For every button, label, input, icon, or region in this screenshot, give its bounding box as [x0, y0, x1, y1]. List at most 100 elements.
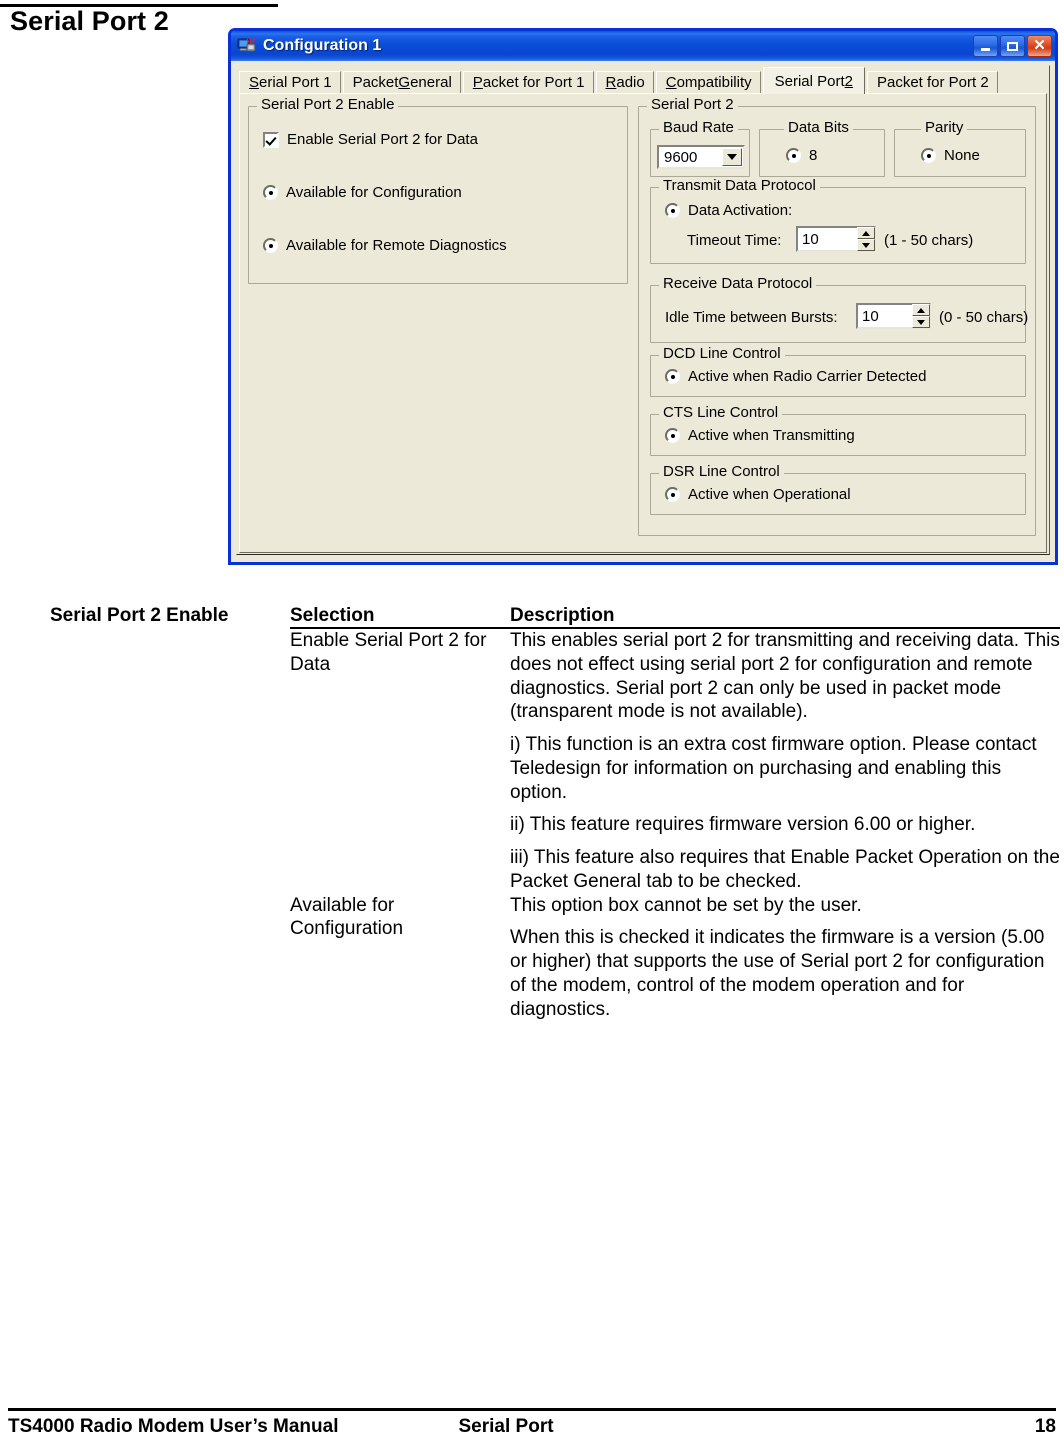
group-baud-rate-label: Baud Rate — [659, 120, 738, 135]
row-description-paragraph: iii) This feature also requires that Ena… — [510, 847, 1060, 892]
row-spacer — [50, 628, 290, 894]
dialog-title: Configuration 1 — [263, 37, 382, 54]
group-data-bits: Data Bits 8 — [759, 120, 885, 177]
group-cts-line-control: CTS Line Control Active when Transmittin… — [650, 405, 1026, 456]
table-header-row: Serial Port 2 Enable Selection Descripti… — [50, 605, 1060, 629]
group-baud-rate: Baud Rate 9600 — [650, 120, 750, 177]
group-serial-port-2-enable: Serial Port 2 Enable Enable Serial Port … — [248, 97, 628, 284]
checkbox-enable-serial-port-2-for-data[interactable]: Enable Serial Port 2 for Data — [263, 131, 478, 148]
tab-serial-port-1[interactable]: Serial Port 1 — [239, 71, 341, 94]
timeout-time-label: Timeout Time: — [687, 232, 782, 249]
row-description-paragraph: This enables serial port 2 for transmitt… — [510, 630, 1060, 723]
settings-description-table: Serial Port 2 Enable Selection Descripti… — [0, 605, 1064, 1021]
close-button[interactable]: ✕ — [1027, 35, 1052, 57]
table-row: Available for Configuration This option … — [50, 894, 1060, 1022]
row-spacer — [50, 894, 290, 1022]
radio-available-for-remote-diagnostics-label: Available for Remote Diagnostics — [286, 237, 507, 254]
timeout-time-stepper[interactable] — [857, 227, 875, 251]
radio-available-for-configuration-label: Available for Configuration — [286, 184, 462, 201]
radio-dcd-label: Active when Radio Carrier Detected — [688, 368, 927, 385]
tab-compatibility[interactable]: Compatibility — [655, 71, 761, 94]
maximize-button[interactable] — [1000, 35, 1025, 57]
row-description-paragraph: i) This function is an extra cost firmwa… — [510, 734, 1037, 803]
row-selection: Available for Configuration — [290, 894, 404, 940]
tab-packet-for-port-2[interactable]: Packet for Port 2 — [866, 71, 998, 94]
row-selection: Enable Serial Port 2 for Data — [290, 630, 487, 675]
radio-parity-none[interactable]: None — [921, 147, 980, 164]
row-description: This enables serial port 2 for transmitt… — [510, 628, 1060, 894]
radio-data-activation[interactable]: Data Activation: — [665, 202, 792, 219]
window-buttons: ✕ — [973, 35, 1052, 57]
group-transmit-data-protocol-label: Transmit Data Protocol — [659, 178, 820, 193]
chevron-down-icon[interactable] — [722, 148, 742, 166]
stepper-down-icon[interactable] — [857, 239, 875, 251]
footer-manual-title: TS4000 Radio Modem User’s Manual — [8, 1416, 339, 1437]
group-cts-line-control-label: CTS Line Control — [659, 405, 783, 420]
column-header-description: Description — [510, 605, 1060, 629]
stepper-down-icon[interactable] — [912, 316, 930, 328]
footer-rule — [8, 1408, 1056, 1411]
maximize-icon — [1007, 41, 1018, 51]
checkbox-enable-serial-port-2-for-data-label: Enable Serial Port 2 for Data — [287, 131, 478, 148]
group-receive-data-protocol-label: Receive Data Protocol — [659, 276, 817, 291]
group-serial-port-2-label: Serial Port 2 — [647, 97, 738, 112]
radio-selected-icon — [263, 185, 278, 200]
radio-data-activation-label: Data Activation: — [688, 202, 793, 219]
page-title: Serial Port 2 — [10, 6, 169, 36]
table-row: Enable Serial Port 2 for Data This enabl… — [50, 628, 1060, 894]
tab-strip: Serial Port 1 Packet General Packet for … — [239, 67, 1047, 94]
checkbox-checked-icon — [263, 131, 279, 148]
idle-time-range: (0 - 50 chars) — [939, 309, 1029, 326]
minimize-icon — [981, 48, 990, 51]
radio-data-bits-8[interactable]: 8 — [786, 147, 817, 164]
dialog-body: Serial Port 1 Packet General Packet for … — [231, 61, 1055, 562]
tab-packet-general[interactable]: Packet General — [342, 71, 461, 94]
timeout-time-range: (1 - 50 chars) — [884, 232, 974, 249]
radio-cts-label: Active when Transmitting — [688, 427, 855, 444]
page-footer: TS4000 Radio Modem User’s Manual Serial … — [8, 1416, 1056, 1438]
group-dsr-line-control: DSR Line Control Active when Operational — [650, 464, 1026, 515]
group-dsr-line-control-label: DSR Line Control — [659, 464, 784, 479]
footer-page-number: 18 — [1034, 1416, 1056, 1437]
radio-selected-icon — [665, 428, 680, 443]
row-group-label: Serial Port 2 Enable — [50, 605, 229, 626]
baud-rate-select[interactable]: 9600 — [657, 145, 745, 169]
radio-cts-active-when-transmitting[interactable]: Active when Transmitting — [665, 427, 855, 444]
row-description-paragraph: ii) This feature requires firmware versi… — [510, 814, 976, 836]
computer-network-icon — [237, 36, 257, 56]
minimize-button[interactable] — [973, 35, 998, 57]
tab-radio[interactable]: Radio — [595, 71, 654, 94]
group-parity-label: Parity — [921, 120, 968, 135]
group-dcd-line-control-label: DCD Line Control — [659, 346, 785, 361]
radio-selected-icon — [786, 148, 801, 163]
configuration-dialog: Configuration 1 ✕ Serial Port 1 Packet G… — [228, 28, 1058, 565]
radio-parity-none-label: None — [944, 147, 980, 164]
stepper-up-icon[interactable] — [857, 227, 875, 239]
radio-available-for-configuration[interactable]: Available for Configuration — [263, 184, 462, 201]
close-icon: ✕ — [1033, 37, 1046, 54]
group-receive-data-protocol: Receive Data Protocol Idle Time between … — [650, 276, 1029, 343]
radio-available-for-remote-diagnostics[interactable]: Available for Remote Diagnostics — [263, 237, 507, 254]
group-transmit-data-protocol: Transmit Data Protocol Data Activation: … — [650, 178, 1026, 264]
radio-selected-icon — [921, 148, 936, 163]
group-serial-port-2: Serial Port 2 Baud Rate 9600 Data Bits 8 — [638, 97, 1036, 536]
row-description-paragraph: This option box cannot be set by the use… — [510, 894, 862, 916]
idle-time-stepper[interactable] — [912, 304, 930, 328]
dialog-titlebar: Configuration 1 ✕ — [231, 31, 1055, 61]
idle-time-label: Idle Time between Bursts: — [665, 309, 838, 326]
tab-page-serial-port-2: Serial Port 2 Enable Enable Serial Port … — [239, 93, 1047, 553]
radio-data-bits-8-label: 8 — [809, 147, 818, 164]
group-parity: Parity None — [894, 120, 1026, 177]
radio-dsr-active-when-operational[interactable]: Active when Operational — [665, 486, 851, 503]
radio-selected-icon — [665, 203, 680, 218]
tab-serial-port-2[interactable]: Serial Port 2 — [762, 67, 865, 94]
stepper-up-icon[interactable] — [912, 304, 930, 316]
radio-dsr-label: Active when Operational — [688, 486, 851, 503]
row-description-paragraph: When this is checked it indicates the fi… — [510, 927, 1045, 1020]
idle-time-value: 10 — [862, 307, 879, 325]
radio-dcd-active-when-radio-carrier-detected[interactable]: Active when Radio Carrier Detected — [665, 368, 926, 385]
footer-section: Serial Port — [458, 1416, 554, 1437]
tab-packet-for-port-1[interactable]: Packet for Port 1 — [462, 71, 594, 94]
group-dcd-line-control: DCD Line Control Active when Radio Carri… — [650, 346, 1026, 397]
group-data-bits-label: Data Bits — [784, 120, 853, 135]
